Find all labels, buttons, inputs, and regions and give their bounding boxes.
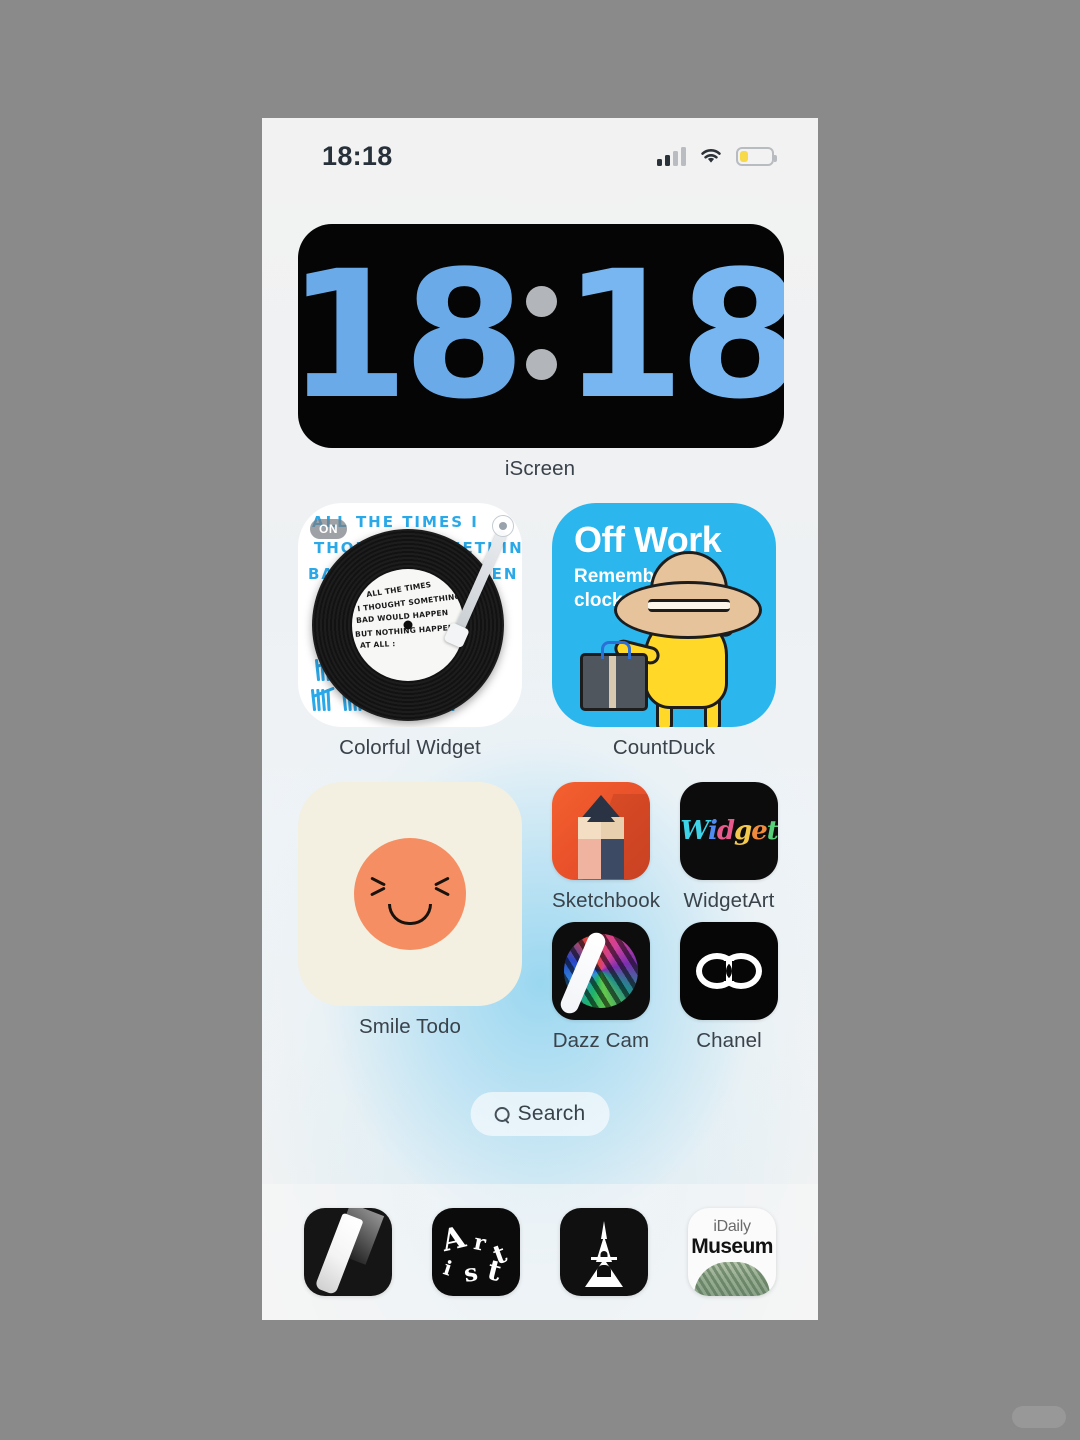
status-bar-indicators	[657, 146, 777, 166]
eiffel-app-icon[interactable]	[560, 1208, 648, 1296]
app-cell-chanel: Chanel	[680, 922, 778, 1053]
countduck-widget-cell: Off Work Remember to clock out	[552, 503, 776, 760]
clock-minutes: 18	[562, 233, 785, 439]
artist-letter-i: i	[440, 1255, 456, 1281]
vinyl-spindle-hole	[403, 620, 413, 630]
clock-widget-cell: 18 18 iScreen	[298, 224, 784, 481]
suitcase-icon	[580, 641, 648, 711]
search-label: Search	[517, 1102, 586, 1125]
clock-colon-dots	[525, 285, 557, 386]
widgetart-app-icon[interactable]: Widget	[680, 782, 778, 880]
app-label-dazz-cam: Dazz Cam	[552, 1029, 650, 1052]
app-label-widgetart: WidgetArt	[683, 889, 775, 912]
on-status-badge: ON	[310, 519, 347, 539]
artist-letter-s: s	[461, 1257, 480, 1288]
artist-letter-A: A	[438, 1219, 469, 1260]
idaily-top-text: iDaily	[713, 1218, 751, 1235]
brush-app-icon[interactable]	[304, 1208, 392, 1296]
artist-letter-t2: t	[484, 1252, 505, 1289]
search-icon	[494, 1106, 510, 1122]
artist-app-icon[interactable]: A r t i s t	[432, 1208, 520, 1296]
dock: A r t i s t iDaily Museum	[262, 1184, 818, 1320]
widget-label-countduck: CountDuck	[612, 736, 716, 759]
widget-label-smile-todo: Smile Todo	[358, 1015, 462, 1038]
widget-row-2: Smile Todo Sketchbook Widget WidgetArt D…	[298, 782, 782, 1053]
smile-todo-widget[interactable]	[298, 782, 522, 1006]
screenshot-canvas: 18:18 18 18 iScreen ALL THE TIMES I ETHI…	[0, 0, 1080, 1440]
sketchbook-app-icon[interactable]	[552, 782, 650, 880]
app-label-sketchbook: Sketchbook	[552, 889, 661, 912]
vinyl-text-5: AT ALL :	[359, 639, 396, 650]
status-bar: 18:18	[262, 118, 818, 194]
tonearm-pivot-icon	[492, 515, 514, 537]
widget-label-iscreen: iScreen	[504, 457, 576, 480]
watermark-badge	[1012, 1406, 1066, 1428]
phone-screen: 18:18 18 18 iScreen ALL THE TIMES I ETHI…	[262, 118, 818, 1320]
app-row-1: Sketchbook Widget WidgetArt	[552, 782, 778, 913]
widget-label-colorful: Colorful Widget	[339, 736, 481, 759]
app-icon-column: Sketchbook Widget WidgetArt Dazz Cam Cha…	[552, 782, 778, 1053]
app-label-chanel: Chanel	[696, 1029, 762, 1052]
idaily-museum-app-icon[interactable]: iDaily Museum	[688, 1208, 776, 1296]
app-row-2: Dazz Cam Chanel	[552, 922, 778, 1053]
app-cell-dazz-cam: Dazz Cam	[552, 922, 650, 1053]
smiley-face-icon	[354, 838, 466, 950]
vinyl-record-icon: ALL THE TIMES I THOUGHT SOMETHING BAD WO…	[312, 529, 504, 721]
cc-logo-icon	[696, 953, 762, 989]
status-bar-time: 18:18	[322, 140, 393, 171]
search-button[interactable]: Search	[470, 1092, 610, 1136]
vinyl-center-label: ALL THE TIMES I THOUGHT SOMETHING BAD WO…	[352, 569, 464, 681]
cellular-signal-icon	[657, 146, 686, 166]
eiffel-tower-icon	[584, 1221, 624, 1287]
colorful-widget[interactable]: ALL THE TIMES I THOUGHT SOMETHING BAD WO…	[298, 503, 522, 727]
colorful-widget-cell: ALL THE TIMES I THOUGHT SOMETHING BAD WO…	[298, 503, 522, 760]
countduck-widget[interactable]: Off Work Remember to clock out	[552, 503, 776, 727]
widget-row-1: ALL THE TIMES I THOUGHT SOMETHING BAD WO…	[298, 503, 782, 760]
clock-hours: 18	[298, 233, 525, 439]
app-cell-widgetart: Widget WidgetArt	[680, 782, 778, 913]
pencil-icon	[578, 795, 624, 879]
artist-letter-r: r	[471, 1229, 488, 1257]
chanel-app-icon[interactable]	[680, 922, 778, 1020]
home-screen-grid: 18 18 iScreen ALL THE TIMES I THOUG	[262, 194, 818, 1320]
iscreen-clock-widget[interactable]: 18 18	[298, 224, 784, 448]
smile-todo-cell: Smile Todo	[298, 782, 522, 1053]
clock-widget-digits: 18 18	[298, 233, 785, 439]
battery-low-icon	[736, 146, 777, 166]
dazz-cam-app-icon[interactable]	[552, 922, 650, 1020]
app-cell-sketchbook: Sketchbook	[552, 782, 661, 913]
wifi-icon	[701, 149, 721, 163]
widget-script-icon: Widget	[680, 816, 778, 846]
idaily-bottom-text: Museum	[691, 1235, 773, 1258]
